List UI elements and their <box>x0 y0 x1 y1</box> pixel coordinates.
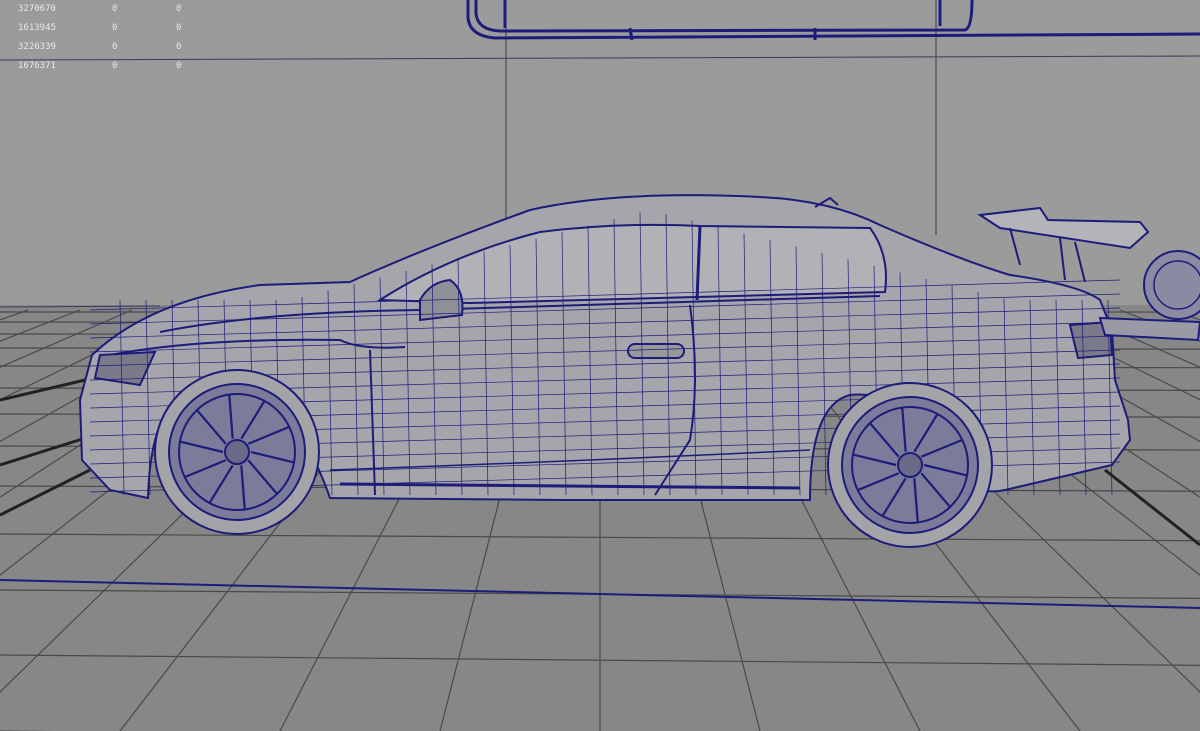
hud-col2: 0 <box>176 4 182 14</box>
hud-col1: 0 <box>112 23 118 33</box>
hud-value: 3226339 <box>18 42 56 52</box>
hud-col2: 0 <box>176 23 182 33</box>
hud-col1: 0 <box>112 61 118 71</box>
hud-row: 1676371 0 0 <box>18 57 216 76</box>
3d-viewport[interactable]: 3270670 0 0 1613945 0 0 3226339 0 0 1676… <box>0 0 1200 731</box>
hud-col1: 0 <box>112 4 118 14</box>
hud-value: 3270670 <box>18 4 56 14</box>
wireframe-scene[interactable] <box>0 0 1200 731</box>
hud-col2: 0 <box>176 42 182 52</box>
hud-row: 1613945 0 0 <box>18 19 216 38</box>
hud-value: 1676371 <box>18 61 56 71</box>
hud-value: 1613945 <box>18 23 56 33</box>
stats-hud: 3270670 0 0 1613945 0 0 3226339 0 0 1676… <box>18 0 216 76</box>
rear-wheel <box>827 382 993 548</box>
door-handle <box>627 343 685 359</box>
hud-row: 3270670 0 0 <box>18 0 216 19</box>
hud-col1: 0 <box>112 42 118 52</box>
front-wheel <box>154 369 320 535</box>
hud-row: 3226339 0 0 <box>18 38 216 57</box>
hud-col2: 0 <box>176 61 182 71</box>
